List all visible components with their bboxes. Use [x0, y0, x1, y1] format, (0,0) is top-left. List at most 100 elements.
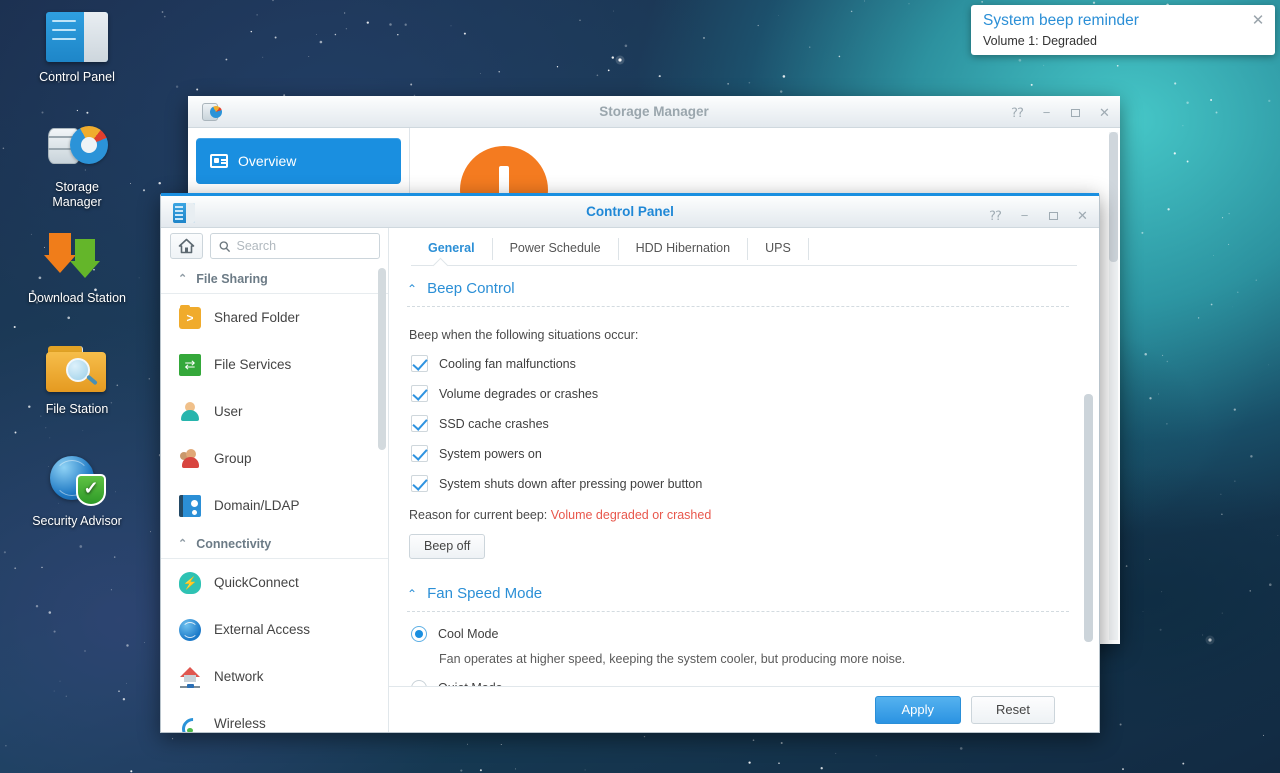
maximize-icon[interactable]: [1046, 208, 1061, 223]
notification-title: System beep reminder: [983, 12, 1139, 29]
checkbox-system-shuts-down[interactable]: [411, 475, 428, 492]
checkbox-row-volume-degrades[interactable]: Volume degrades or crashes: [411, 385, 1069, 402]
action-footer: Apply Reset: [389, 686, 1099, 732]
user-icon: [179, 401, 201, 423]
checkbox-ssd-cache[interactable]: [411, 415, 428, 432]
control-panel-titlebar[interactable]: Control Panel ⁇ − ✕: [161, 193, 1099, 228]
sidebar-item-label: Overview: [238, 153, 297, 169]
checkbox-volume-degrades[interactable]: [411, 385, 428, 402]
chevron-up-icon: ⌃: [178, 273, 188, 285]
tab-hdd-hibernation[interactable]: HDD Hibernation: [619, 238, 749, 260]
checkbox-label: Volume degrades or crashes: [439, 386, 599, 401]
sidebar-scrollbar[interactable]: [378, 268, 386, 728]
content-scrollbar[interactable]: [1084, 266, 1093, 686]
radio-cool-mode[interactable]: [411, 626, 427, 642]
beep-off-button[interactable]: Beep off: [409, 534, 486, 559]
help-icon[interactable]: ⁇: [1010, 105, 1025, 120]
home-button[interactable]: [170, 233, 203, 259]
sidebar-toolbar: [161, 228, 388, 264]
desktop-icon-label: Download Station: [28, 291, 126, 305]
radio-row-quiet-mode[interactable]: Quiet Mode: [411, 680, 1069, 686]
radio-quiet-mode[interactable]: [411, 680, 427, 686]
radio-label: Quiet Mode: [438, 681, 503, 686]
desktop-icon-security-advisor[interactable]: Security Advisor: [2, 450, 152, 529]
sidebar-item-wireless[interactable]: Wireless: [161, 700, 388, 732]
radio-description-cool-mode: Fan operates at higher speed, keeping th…: [439, 652, 906, 666]
checkbox-label: Cooling fan malfunctions: [439, 356, 576, 371]
desktop-icon-label: File Station: [45, 402, 109, 416]
notification-toast[interactable]: System beep reminder Volume 1: Degraded …: [971, 5, 1275, 55]
section-header-fan-speed-mode[interactable]: ⌃ Fan Speed Mode: [399, 585, 1069, 602]
checkbox-label: SSD cache crashes: [439, 416, 549, 431]
search-input[interactable]: [236, 239, 371, 253]
tab-bar: General Power Schedule HDD Hibernation U…: [389, 228, 1099, 260]
sidebar-item-overview[interactable]: Overview: [196, 138, 401, 184]
tab-ups[interactable]: UPS: [748, 238, 809, 260]
apply-button[interactable]: Apply: [874, 695, 962, 724]
reset-button[interactable]: Reset: [971, 695, 1055, 724]
desktop-icon-control-panel[interactable]: Control Panel: [2, 8, 152, 85]
section-divider: [407, 306, 1069, 307]
file-services-icon: [179, 353, 201, 376]
desktop-icon-file-station[interactable]: File Station: [2, 340, 152, 417]
sidebar-item-shared-folder[interactable]: Shared Folder: [161, 294, 388, 341]
checkbox-cooling-fan[interactable]: [411, 355, 428, 372]
maximize-icon[interactable]: [1068, 105, 1083, 120]
home-icon: [178, 238, 195, 254]
checkbox-row-ssd-cache[interactable]: SSD cache crashes: [411, 415, 1069, 432]
nav-group-file-sharing[interactable]: ⌃ File Sharing: [161, 264, 388, 294]
control-panel-window[interactable]: Control Panel ⁇ − ✕ Search ⌃ File Sharin…: [160, 193, 1100, 733]
search-icon: [219, 240, 231, 252]
sidebar-item-label: File Services: [214, 357, 292, 372]
sidebar-item-group[interactable]: Group: [161, 435, 388, 482]
desktop-icon-download-station[interactable]: Download Station: [2, 228, 152, 306]
sidebar-item-external-access[interactable]: External Access: [161, 606, 388, 653]
desktop-icon-storage-manager[interactable]: Storage Manager: [2, 118, 152, 210]
nav-group-label: File Sharing: [196, 271, 268, 286]
beep-reason-value: Volume degraded or crashed: [550, 508, 712, 522]
storage-scrollbar[interactable]: [1109, 132, 1118, 640]
nav-group-connectivity[interactable]: ⌃ Connectivity: [161, 529, 388, 559]
section-title: Beep Control: [427, 280, 515, 297]
sidebar-item-label: External Access: [214, 622, 311, 637]
radio-row-cool-mode[interactable]: Cool Mode: [411, 626, 1069, 642]
sidebar-item-network[interactable]: Network: [161, 653, 388, 700]
storage-window-buttons[interactable]: ⁇ − ✕: [1010, 96, 1112, 128]
storage-manager-icon: [46, 122, 108, 172]
close-icon[interactable]: ✕: [1075, 208, 1090, 223]
beep-intro-text: Beep when the following situations occur…: [409, 328, 639, 342]
security-advisor-icon: [48, 454, 106, 506]
storage-manager-titlebar[interactable]: Storage Manager ⁇ − ✕: [188, 96, 1120, 128]
desktop-icon-label: Control Panel: [39, 70, 115, 84]
help-icon[interactable]: ⁇: [988, 208, 1003, 223]
control-panel-icon: [46, 12, 108, 62]
file-station-icon: [46, 346, 108, 394]
checkbox-row-system-powers-on[interactable]: System powers on: [411, 445, 1069, 462]
checkbox-row-system-shuts-down[interactable]: System shuts down after pressing power b…: [411, 475, 1069, 492]
nav-group-label: Connectivity: [196, 536, 272, 551]
close-icon[interactable]: ✕: [1250, 13, 1266, 29]
sidebar-item-label: User: [214, 404, 243, 419]
checkbox-row-cooling-fan[interactable]: Cooling fan malfunctions: [411, 355, 1069, 372]
minimize-icon[interactable]: −: [1017, 208, 1032, 223]
section-header-beep-control[interactable]: ⌃ Beep Control: [399, 280, 1069, 297]
sidebar-item-domain-ldap[interactable]: Domain/LDAP: [161, 482, 388, 529]
tab-power-schedule[interactable]: Power Schedule: [493, 238, 619, 260]
external-access-icon: [179, 618, 201, 641]
close-icon[interactable]: ✕: [1097, 105, 1112, 120]
sidebar-item-label: Network: [214, 669, 264, 684]
control-panel-window-buttons[interactable]: ⁇ − ✕: [988, 199, 1090, 231]
sidebar-item-quickconnect[interactable]: QuickConnect: [161, 559, 388, 606]
group-icon: [179, 448, 201, 470]
sidebar-item-user[interactable]: User: [161, 388, 388, 435]
section-title: Fan Speed Mode: [427, 585, 543, 602]
desktop-icon-label: Security Advisor: [32, 514, 122, 528]
tab-general[interactable]: General: [411, 238, 493, 260]
search-box[interactable]: [210, 233, 380, 259]
sidebar-item-label: Group: [214, 451, 252, 466]
checkbox-system-powers-on[interactable]: [411, 445, 428, 462]
sidebar-item-file-services[interactable]: File Services: [161, 341, 388, 388]
sidebar-item-label: QuickConnect: [214, 575, 299, 590]
shared-folder-icon: [179, 304, 201, 329]
minimize-icon[interactable]: −: [1039, 105, 1054, 120]
